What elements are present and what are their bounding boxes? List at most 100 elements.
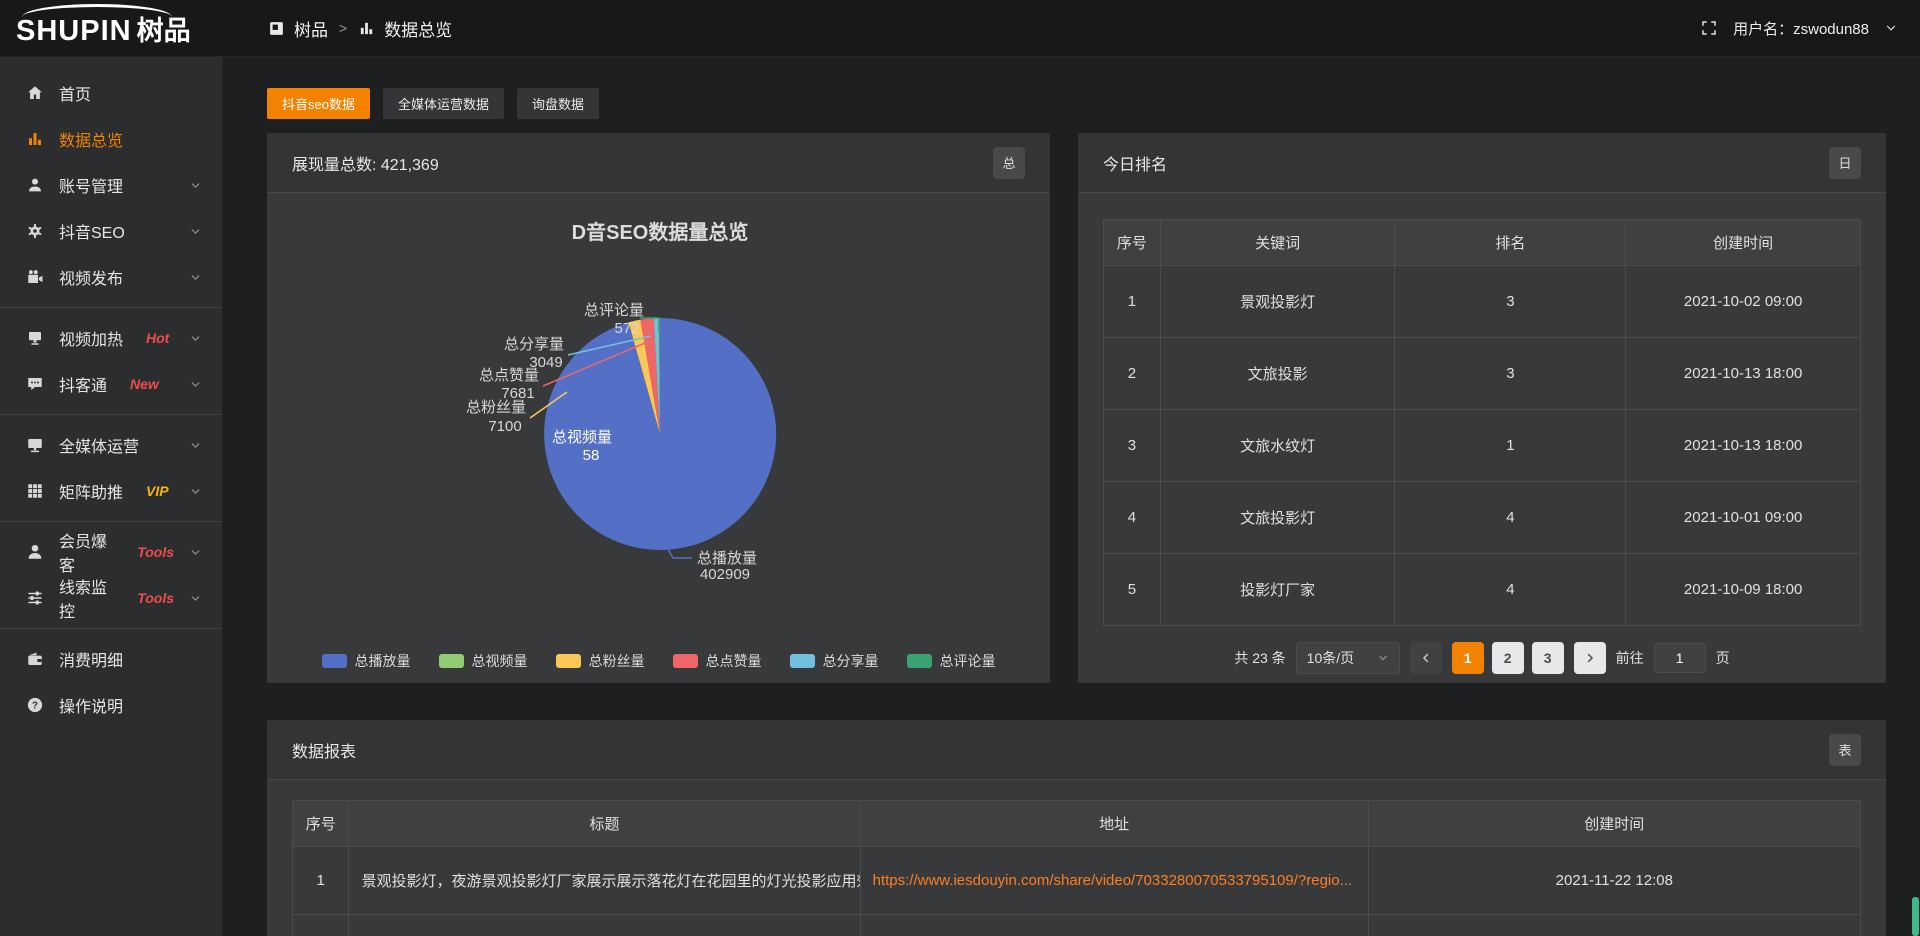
user-icon [26, 176, 44, 194]
logo: SHUPIN 树品 [0, 0, 222, 56]
legend-item[interactable]: 总分享量 [790, 651, 879, 671]
table-cell: 2021-11-22 12:08 [1368, 847, 1860, 915]
ranking-panel-title: 今日排名 [1103, 151, 1167, 175]
legend-item[interactable]: 总视频量 [439, 651, 528, 671]
legend-label: 总粉丝量 [589, 651, 645, 671]
sidebar-item-label: 操作说明 [59, 693, 123, 717]
wallet-icon [26, 650, 44, 668]
pie-label-name: 总视频量 [552, 429, 612, 446]
fullscreen-icon[interactable] [1700, 19, 1718, 37]
table-cell: 文旅投影 [1160, 338, 1395, 410]
sidebar-divider [0, 628, 222, 629]
table-cell [293, 915, 349, 936]
chevron-down-icon[interactable] [1884, 21, 1898, 35]
sidebar-item-doukertong[interactable]: 抖客通New [0, 361, 222, 407]
header-right: 用户名：zswodun88 [1700, 18, 1920, 39]
page-size-select[interactable]: 10条/页 [1296, 642, 1400, 674]
sidebar-item-video-publish[interactable]: 视频发布 [0, 254, 222, 300]
member-icon [26, 543, 44, 561]
page-button-2[interactable]: 2 [1492, 642, 1524, 674]
next-page-button[interactable] [1574, 642, 1606, 674]
pie-label-line [668, 549, 692, 558]
sidebar-item-label: 全媒体运营 [59, 433, 139, 457]
total-view-button[interactable]: 总 [993, 147, 1025, 179]
sidebar-item-help[interactable]: ?操作说明 [0, 682, 222, 728]
legend-label: 总点赞量 [706, 651, 762, 671]
table-header-row: 序号关键词排名创建时间 [1104, 220, 1861, 266]
day-view-button[interactable]: 日 [1829, 147, 1861, 179]
svg-text:D音SEO数据量总览: D音SEO数据量总览 [572, 220, 749, 244]
table-header-row: 序号标题地址创建时间 [293, 801, 1861, 847]
table-cell: 4 [1395, 554, 1626, 626]
total-count: 共 23 条 [1234, 648, 1285, 668]
legend-swatch [322, 654, 347, 668]
tab-1[interactable]: 全媒体运营数据 [383, 88, 504, 119]
scrollbar-thumb[interactable] [1912, 897, 1919, 936]
sidebar-item-home[interactable]: 首页 [0, 70, 222, 116]
sidebar-item-media-operation[interactable]: 全媒体运营 [0, 422, 222, 468]
legend-label: 总评论量 [940, 651, 996, 671]
legend-swatch [790, 654, 815, 668]
logo-arc [22, 4, 172, 30]
legend-item[interactable]: 总点赞量 [673, 651, 762, 671]
sidebar-item-video-heat[interactable]: 视频加热 Hot [0, 315, 222, 361]
table-cell: 2021-10-01 09:00 [1626, 482, 1861, 554]
sidebar-item-data-overview[interactable]: 数据总览 [0, 116, 222, 162]
sidebar-item-label: 数据总览 [59, 127, 123, 151]
sidebar: 首页数据总览账号管理抖音SEO视频发布视频加热 Hot 抖客通New 全媒体运营矩阵助… [0, 57, 222, 936]
sidebar-badge: Hot [146, 330, 169, 346]
sidebar-item-consumption[interactable]: 消费明细 [0, 636, 222, 682]
sidebar-badge: Tools [137, 590, 174, 606]
video-link[interactable]: https://www.iesdouyin.com/share/video/70… [873, 872, 1353, 889]
heater-icon [26, 329, 44, 347]
pie-label-name: 总播放量 [697, 550, 757, 567]
chevron-down-icon [189, 225, 202, 238]
report-panel-header: 数据报表 表 [267, 720, 1886, 780]
chevron-down-icon [189, 546, 202, 559]
sidebar-item-label: 会员爆客 [59, 528, 114, 576]
page-button-1[interactable]: 1 [1452, 642, 1484, 674]
table-row [293, 915, 1861, 936]
page-goto-input[interactable] [1654, 643, 1706, 673]
prev-page-button[interactable] [1410, 642, 1442, 674]
legend-item[interactable]: 总粉丝量 [556, 651, 645, 671]
table-view-button[interactable]: 表 [1829, 734, 1861, 766]
breadcrumb-item-root[interactable]: 树品 [294, 16, 328, 41]
pie-chart-svg: D音SEO数据量总览总播放量402909总视频量58总粉丝量7100总点赞量76… [267, 193, 1050, 645]
legend-item[interactable]: 总播放量 [322, 651, 411, 671]
report-panel: 数据报表 表 序号标题地址创建时间1景观投影灯，夜游景观投影灯厂家展示展示落花灯… [267, 720, 1886, 936]
username[interactable]: 用户名：zswodun88 [1733, 18, 1869, 39]
chart-legend: 总播放量 总视频量 总粉丝量 总点赞量 总分享量 总评论量 [267, 651, 1050, 671]
comment-icon [26, 375, 44, 393]
tab-0[interactable]: 抖音seo数据 [267, 88, 370, 119]
legend-item[interactable]: 总评论量 [907, 651, 996, 671]
table-cell: 文旅投影灯 [1160, 482, 1395, 554]
table-cell: 4 [1104, 482, 1161, 554]
table-cell [860, 915, 1368, 936]
column-header: 创建时间 [1368, 801, 1860, 847]
breadcrumb-item-current[interactable]: 数据总览 [384, 16, 452, 41]
sidebar-item-member-baoke[interactable]: 会员爆客Tools [0, 529, 222, 575]
table-cell: 2021-10-09 18:00 [1626, 554, 1861, 626]
page-button-3[interactable]: 3 [1532, 642, 1564, 674]
impressions-panel: 展现量总数: 421,369 总 D音SEO数据量总览总播放量402909总视频… [267, 133, 1050, 683]
tab-bar: 抖音seo数据全媒体运营数据询盘数据 [267, 88, 1886, 119]
tab-2[interactable]: 询盘数据 [517, 88, 599, 119]
table-cell: 4 [1395, 482, 1626, 554]
legend-swatch [556, 654, 581, 668]
table-cell: https://www.iesdouyin.com/share/video/70… [860, 847, 1368, 915]
chevron-down-icon [1377, 652, 1389, 664]
table-cell: 3 [1395, 338, 1626, 410]
chevron-down-icon [189, 439, 202, 452]
sidebar-item-label: 视频加热 [59, 326, 123, 350]
column-header: 创建时间 [1626, 220, 1861, 266]
table-cell: 1 [1104, 266, 1161, 338]
sidebar-item-matrix-boost[interactable]: 矩阵助推VIP [0, 468, 222, 514]
sidebar-item-account[interactable]: 账号管理 [0, 162, 222, 208]
pie-label-name: 总分享量 [504, 336, 564, 353]
pie-label-value: 3049 [529, 354, 562, 371]
sidebar-item-leads-monitor[interactable]: 线索监控Tools [0, 575, 222, 621]
monitor-icon [26, 436, 44, 454]
sidebar-item-douyin-seo[interactable]: 抖音SEO [0, 208, 222, 254]
report-panel-title: 数据报表 [292, 738, 356, 762]
